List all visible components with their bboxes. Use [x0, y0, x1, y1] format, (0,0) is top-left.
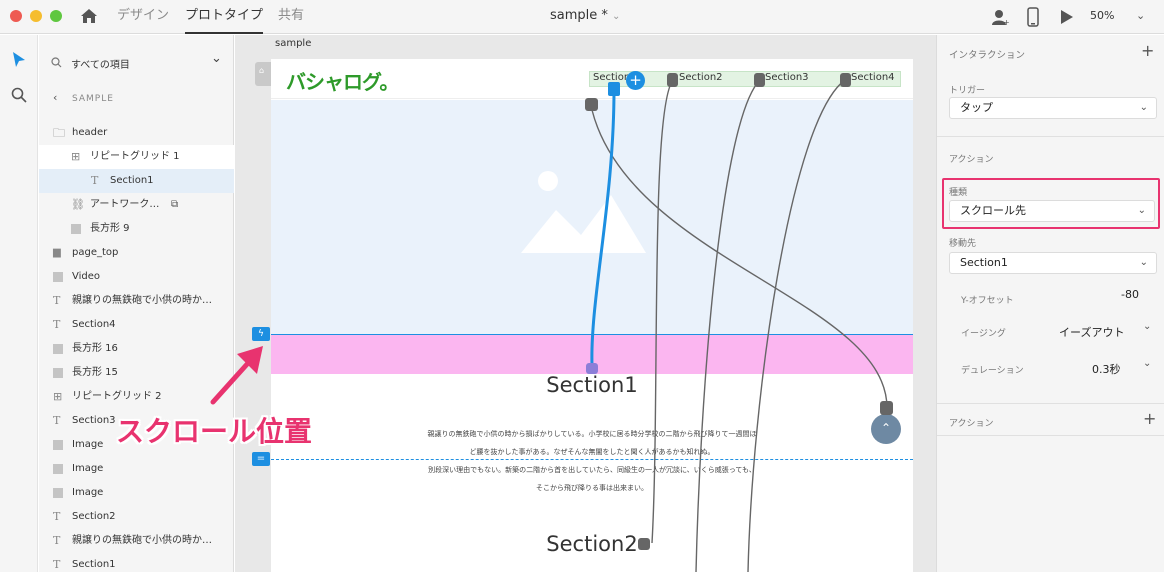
- divider: [937, 403, 1164, 404]
- fold-handle-icon[interactable]: =: [252, 452, 270, 466]
- trigger-value: タップ: [960, 101, 993, 114]
- destination-label: 移動先: [949, 239, 977, 249]
- type-value: スクロール先: [960, 204, 1026, 217]
- add-interaction-button[interactable]: +: [626, 71, 645, 90]
- lightning-icon[interactable]: ϟ: [252, 327, 270, 341]
- action2-header: アクション: [949, 419, 994, 429]
- type-label: 種類: [949, 188, 968, 198]
- annotation-label: スクロール位置: [116, 415, 313, 448]
- divider: [937, 435, 1164, 436]
- duration-value: 0.3秒: [1092, 363, 1121, 376]
- trigger-select[interactable]: タップ ⌄: [949, 97, 1157, 119]
- add-interaction-icon[interactable]: +: [1141, 41, 1154, 60]
- destination-value: Section1: [960, 256, 1008, 269]
- chevron-down-icon: ⌄: [1143, 358, 1152, 369]
- add-action-icon[interactable]: +: [1143, 409, 1156, 428]
- annotation-arrow-icon: [210, 346, 263, 405]
- type-select[interactable]: スクロール先 ⌄: [949, 200, 1155, 222]
- divider: [937, 136, 1164, 137]
- yoffset-input[interactable]: -80: [1121, 288, 1139, 301]
- easing-label: イージング: [961, 329, 1006, 339]
- easing-select[interactable]: イーズアウト ⌄: [1059, 321, 1157, 341]
- action-header: アクション: [949, 155, 994, 165]
- chevron-down-icon: ⌄: [1139, 102, 1148, 113]
- yoffset-label: Y-オフセット: [961, 296, 1014, 306]
- duration-select[interactable]: 0.3秒 ⌄: [1092, 358, 1157, 378]
- easing-value: イーズアウト: [1059, 326, 1125, 339]
- duration-label: デュレーション: [961, 366, 1024, 376]
- destination-select[interactable]: Section1 ⌄: [949, 252, 1157, 274]
- chevron-down-icon: ⌄: [1143, 321, 1152, 332]
- interaction-panel: インタラクション + トリガー タップ ⌄ アクション 種類 スクロール先 ⌄ …: [936, 35, 1164, 572]
- chevron-down-icon: ⌄: [1137, 205, 1146, 216]
- trigger-label: トリガー: [949, 86, 986, 96]
- chevron-down-icon: ⌄: [1139, 257, 1148, 268]
- interaction-header: インタラクション: [949, 50, 1026, 61]
